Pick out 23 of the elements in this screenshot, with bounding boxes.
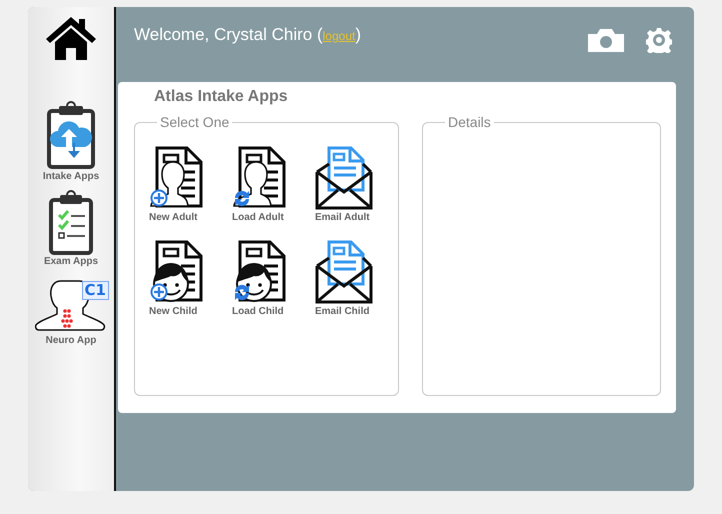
sidebar-item[interactable]: Exam Apps	[44, 190, 98, 267]
app-tile[interactable]: Email Adult	[315, 146, 398, 234]
welcome-text: )	[355, 25, 361, 45]
welcome-text: Welcome, Crystal Chiro (	[134, 25, 323, 45]
app-tile[interactable]: Email Child	[315, 240, 398, 328]
app-tile[interactable]: Load Adult	[232, 146, 315, 234]
camera-icon[interactable]	[586, 28, 626, 52]
clipboard-checklist-icon	[48, 190, 94, 256]
app-tile[interactable]: New Child	[149, 240, 232, 328]
card-title: Atlas Intake Apps	[154, 88, 289, 106]
sidebar-item[interactable]: Intake Apps	[42, 101, 100, 182]
home-button[interactable]	[45, 15, 97, 61]
settings-icon[interactable]	[646, 27, 672, 53]
badge: C1	[82, 281, 109, 300]
sidebar-item[interactable]: C1 Neuro App	[35, 275, 107, 346]
home-icon	[45, 15, 97, 61]
app-tile[interactable]: Load Child	[232, 240, 315, 328]
email-icon	[315, 146, 373, 210]
panel-legend: Details	[445, 114, 494, 130]
email-icon	[315, 240, 373, 304]
clipboard-cloud-icon	[46, 101, 96, 171]
app-tile[interactable]: New Adult	[149, 146, 232, 234]
panel-legend: Select One	[157, 114, 232, 130]
